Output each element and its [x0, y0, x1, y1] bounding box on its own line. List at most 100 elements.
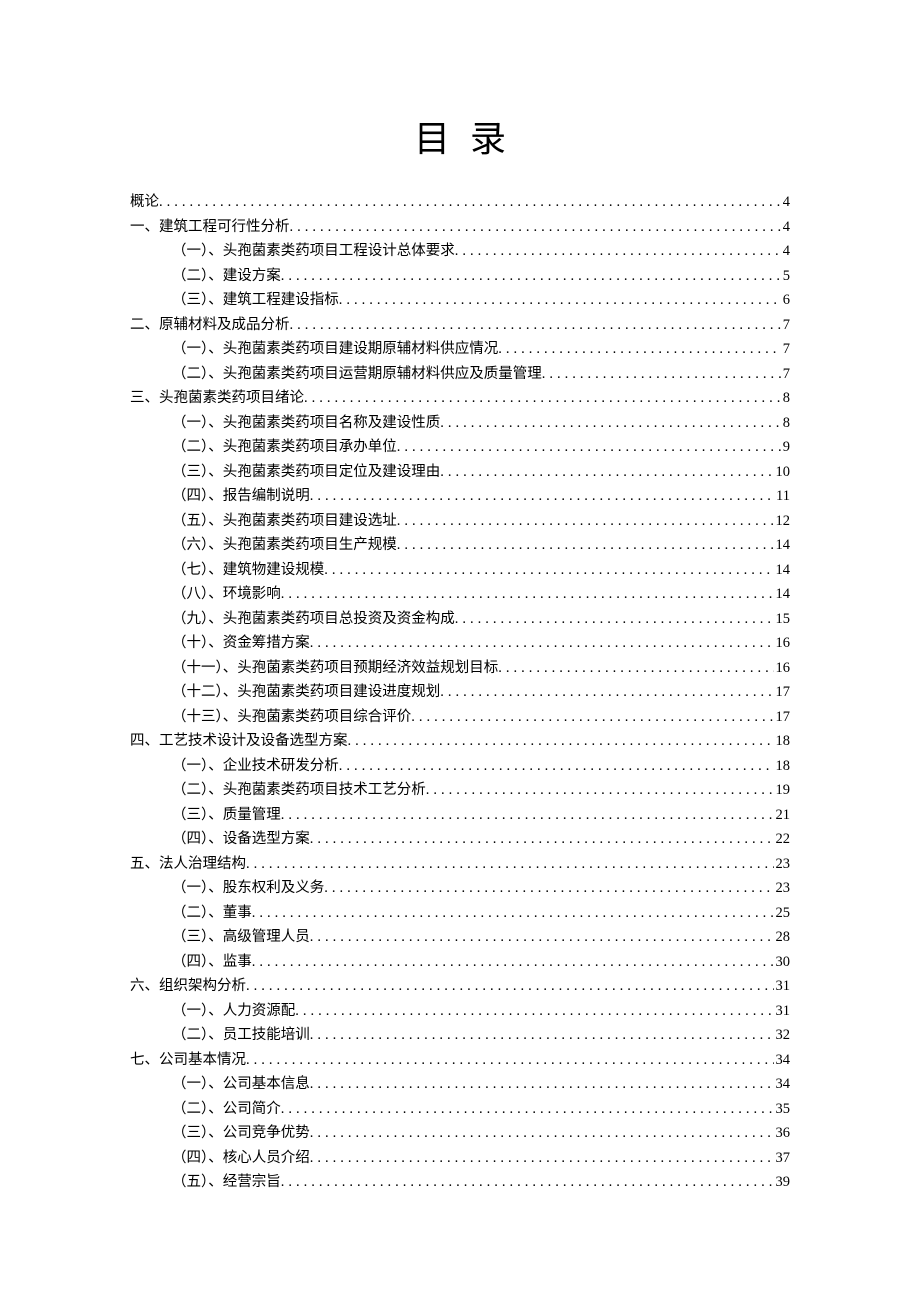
toc-entry-label: 一、建筑工程可行性分析 — [130, 215, 290, 240]
toc-entry-label: 六、组织架构分析 — [130, 974, 246, 999]
toc-entry-page: 7 — [781, 337, 790, 362]
toc-entry-label: （七）、建筑物建设规模 — [172, 558, 324, 583]
toc-entry-page: 34 — [774, 1072, 791, 1097]
toc-leader-dots — [498, 337, 781, 362]
toc-entry-page: 16 — [774, 656, 791, 681]
toc-entry-page: 14 — [774, 582, 791, 607]
toc-entry-page: 15 — [774, 607, 791, 632]
toc-entry-page: 22 — [774, 827, 791, 852]
toc-entry-label: （一）、企业技术研发分析 — [172, 754, 339, 779]
toc-entry: （一）、人力资源配 31 — [130, 999, 790, 1024]
toc-entry: （八）、环境影响14 — [130, 582, 790, 607]
toc-entry-page: 7 — [781, 362, 790, 387]
toc-entry: （五）、头孢菌素类药项目建设选址12 — [130, 509, 790, 534]
toc-leader-dots — [440, 411, 781, 436]
toc-entry-page: 31 — [774, 974, 791, 999]
toc-entry: （九）、头孢菌素类药项目总投资及资金构成 15 — [130, 607, 790, 632]
toc-entry-page: 32 — [774, 1023, 791, 1048]
toc-entry: （三）、建筑工程建设指标6 — [130, 288, 790, 313]
toc-leader-dots — [397, 533, 774, 558]
toc-entry-label: （九）、头孢菌素类药项目总投资及资金构成 — [172, 607, 455, 632]
toc-entry-page: 18 — [774, 754, 791, 779]
toc-entry-label: （一）、人力资源配 — [172, 999, 295, 1024]
toc-leader-dots — [159, 190, 781, 215]
toc-entry: （四）、报告编制说明11 — [130, 484, 790, 509]
toc-leader-dots — [455, 239, 781, 264]
toc-entry: （二）、董事25 — [130, 901, 790, 926]
toc-leader-dots — [440, 680, 773, 705]
toc-entry-label: （二）、公司简介 — [172, 1097, 281, 1122]
toc-leader-dots — [246, 974, 774, 999]
toc-entry-label: （二）、董事 — [172, 901, 252, 926]
toc-leader-dots — [281, 803, 774, 828]
toc-entry-page: 14 — [774, 533, 791, 558]
toc-leader-dots — [411, 705, 773, 730]
toc-leader-dots — [348, 729, 774, 754]
toc-entry-page: 19 — [774, 778, 791, 803]
toc-entry-label: （一）、头孢菌素类药项目建设期原辅材料供应情况 — [172, 337, 498, 362]
toc-entry: （一）、企业技术研发分析 18 — [130, 754, 790, 779]
toc-entry-page: 4 — [781, 190, 790, 215]
toc-entry-page: 23 — [774, 852, 791, 877]
toc-entry: （二）、头孢菌素类药项目技术工艺分析 19 — [130, 778, 790, 803]
toc-entry-page: 9 — [781, 435, 790, 460]
toc-entry-label: （三）、高级管理人员 — [172, 925, 310, 950]
toc-entry: 五、法人治理结构 23 — [130, 852, 790, 877]
toc-entry-page: 31 — [774, 999, 791, 1024]
toc-entry-label: 三、头孢菌素类药项目绪论 — [130, 386, 304, 411]
toc-entry-label: 概论 — [130, 190, 159, 215]
toc-leader-dots — [304, 386, 781, 411]
toc-entry: （二）、头孢菌素类药项目运营期原辅材料供应及质量管理7 — [130, 362, 790, 387]
toc-leader-dots — [498, 656, 773, 681]
toc-entry-label: （五）、头孢菌素类药项目建设选址 — [172, 509, 397, 534]
toc-entry: （一）、头孢菌素类药项目名称及建设性质8 — [130, 411, 790, 436]
toc-entry-label: 四、工艺技术设计及设备选型方案 — [130, 729, 348, 754]
table-of-contents: 概论4一、建筑工程可行性分析4（一）、头孢菌素类药项目工程设计总体要求4（二）、… — [130, 190, 790, 1195]
page-title: 目录 — [130, 110, 790, 162]
toc-entry-label: （三）、公司竞争优势 — [172, 1121, 310, 1146]
toc-entry: （十二）、头孢菌素类药项目建设进度规划17 — [130, 680, 790, 705]
toc-entry-label: （一）、公司基本信息 — [172, 1072, 310, 1097]
toc-entry: （十三）、头孢菌素类药项目综合评价17 — [130, 705, 790, 730]
toc-entry-page: 36 — [774, 1121, 791, 1146]
toc-entry-label: （三）、质量管理 — [172, 803, 281, 828]
toc-entry-label: （十一）、头孢菌素类药项目预期经济效益规划目标 — [172, 656, 498, 681]
toc-entry: （一）、股东权利及义务 23 — [130, 876, 790, 901]
toc-entry: 三、头孢菌素类药项目绪论 8 — [130, 386, 790, 411]
toc-entry-page: 6 — [781, 288, 790, 313]
toc-entry: （三）、头孢菌素类药项目定位及建设理由10 — [130, 460, 790, 485]
toc-entry: （一）、头孢菌素类药项目建设期原辅材料供应情况 7 — [130, 337, 790, 362]
document-page: 目录 概论4一、建筑工程可行性分析4（一）、头孢菌素类药项目工程设计总体要求4（… — [0, 0, 920, 1301]
toc-entry-page: 11 — [774, 484, 790, 509]
toc-entry-label: 二、原辅材料及成品分析 — [130, 313, 290, 338]
toc-entry-label: （六）、头孢菌素类药项目生产规模 — [172, 533, 397, 558]
toc-entry-label: （二）、头孢菌素类药项目技术工艺分析 — [172, 778, 426, 803]
toc-entry-label: 五、法人治理结构 — [130, 852, 246, 877]
toc-leader-dots — [290, 215, 781, 240]
toc-leader-dots — [455, 607, 774, 632]
toc-entry-page: 23 — [774, 876, 791, 901]
toc-entry: （四）、设备选型方案22 — [130, 827, 790, 852]
toc-entry-page: 8 — [781, 386, 790, 411]
toc-leader-dots — [339, 288, 781, 313]
toc-leader-dots — [324, 876, 773, 901]
toc-entry-page: 10 — [774, 460, 791, 485]
toc-entry: 六、组织架构分析 31 — [130, 974, 790, 999]
toc-leader-dots — [310, 827, 774, 852]
toc-entry: （十）、资金筹措方案16 — [130, 631, 790, 656]
toc-entry: （四）、监事30 — [130, 950, 790, 975]
toc-entry: 一、建筑工程可行性分析4 — [130, 215, 790, 240]
toc-entry-label: （一）、股东权利及义务 — [172, 876, 324, 901]
toc-entry-page: 18 — [774, 729, 791, 754]
toc-entry-label: （一）、头孢菌素类药项目名称及建设性质 — [172, 411, 440, 436]
toc-entry-page: 21 — [774, 803, 791, 828]
toc-entry-label: （二）、建设方案 — [172, 264, 281, 289]
toc-entry: 二、原辅材料及成品分析7 — [130, 313, 790, 338]
toc-entry: （十一）、头孢菌素类药项目预期经济效益规划目标 16 — [130, 656, 790, 681]
toc-entry: （二）、头孢菌素类药项目承办单位9 — [130, 435, 790, 460]
toc-entry: （六）、头孢菌素类药项目生产规模 14 — [130, 533, 790, 558]
toc-entry-page: 30 — [774, 950, 791, 975]
toc-leader-dots — [246, 1048, 774, 1073]
toc-entry: （三）、质量管理 21 — [130, 803, 790, 828]
toc-entry-page: 17 — [774, 705, 791, 730]
